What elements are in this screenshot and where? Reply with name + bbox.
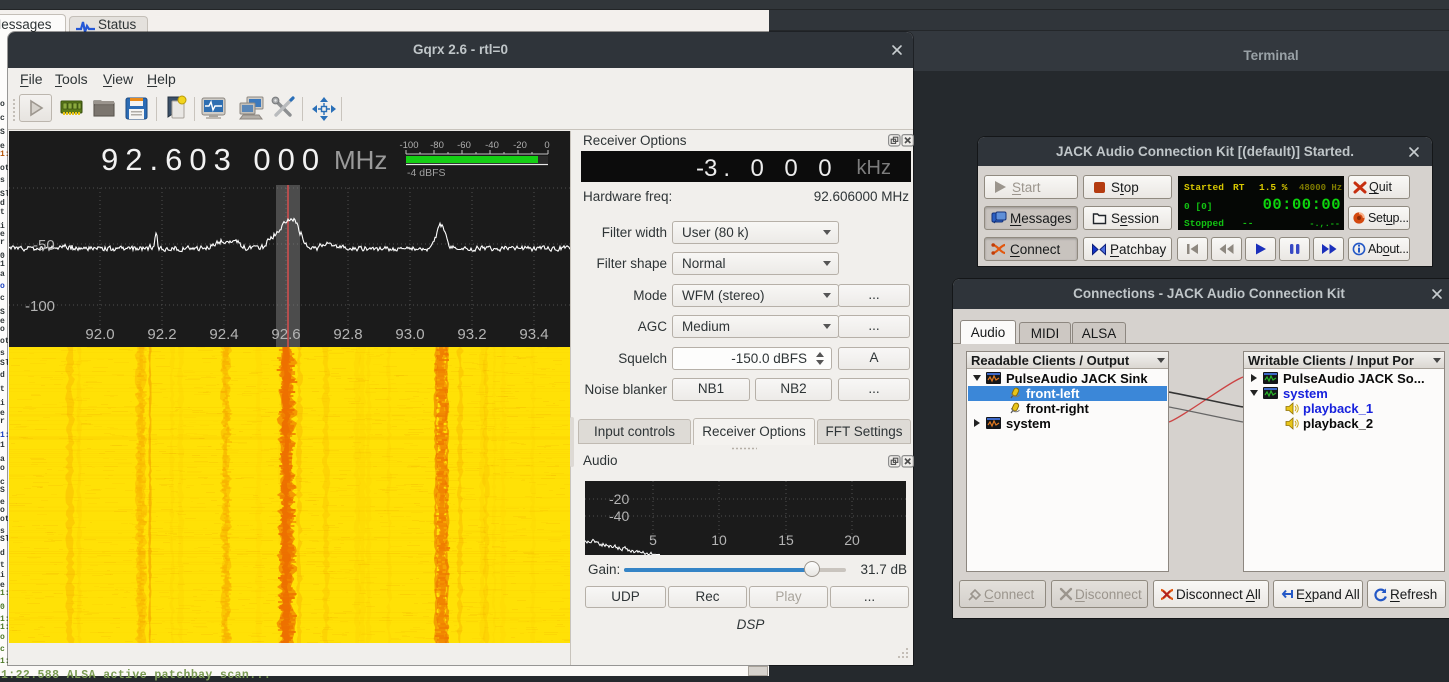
- svg-text:92.4: 92.4: [209, 326, 238, 343]
- svg-text:-20: -20: [609, 491, 629, 507]
- svg-text:93.0: 93.0: [395, 326, 424, 343]
- svg-text:MHz: MHz: [334, 145, 387, 175]
- svg-text:15: 15: [778, 532, 794, 548]
- svg-text:-40: -40: [609, 508, 629, 524]
- svg-text:10: 10: [711, 532, 727, 548]
- svg-text:-60: -60: [457, 140, 471, 151]
- svg-text:93.2: 93.2: [457, 326, 486, 343]
- svg-text:0: 0: [544, 140, 549, 151]
- svg-text:92.0: 92.0: [85, 326, 114, 343]
- svg-text:-40: -40: [485, 140, 499, 151]
- svg-text:20: 20: [844, 532, 860, 548]
- svg-text:92.603 000: 92.603 000: [101, 142, 326, 177]
- svg-text:-50: -50: [33, 237, 55, 254]
- svg-text:5: 5: [649, 532, 657, 548]
- svg-text:92.6: 92.6: [271, 326, 300, 343]
- svg-text:-100: -100: [25, 298, 55, 315]
- svg-text:-80: -80: [430, 140, 444, 151]
- svg-text:-100: -100: [399, 140, 418, 151]
- svg-text:92.8: 92.8: [333, 326, 362, 343]
- svg-text:-4 dBFS: -4 dBFS: [407, 167, 446, 179]
- svg-text:-20: -20: [513, 140, 527, 151]
- svg-text:93.4: 93.4: [519, 326, 548, 343]
- svg-text:92.2: 92.2: [147, 326, 176, 343]
